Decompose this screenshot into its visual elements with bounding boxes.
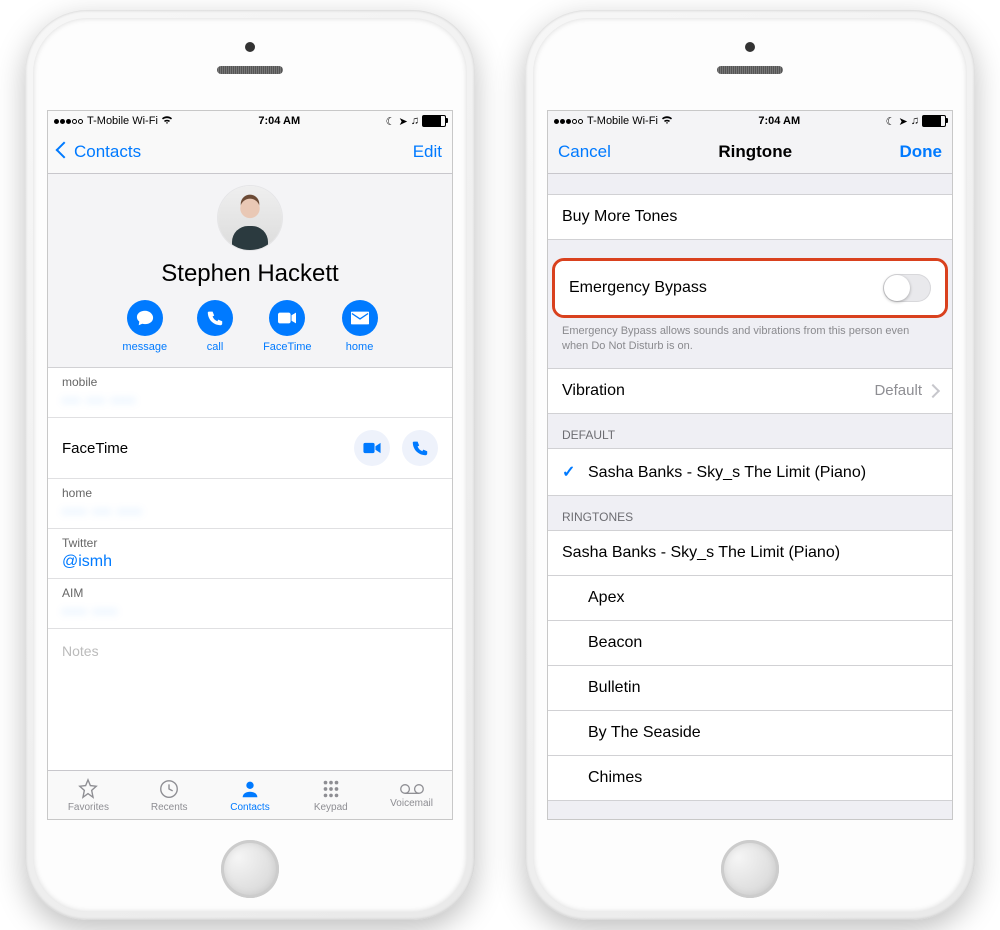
wifi-icon xyxy=(661,115,673,128)
facetime-audio-button[interactable] xyxy=(402,430,438,466)
cellular-signal-icon xyxy=(554,115,584,127)
contact-details: mobile ··· ··· ···· FaceTime home ···· ·… xyxy=(48,368,452,673)
nav-bar: Cancel Ringtone Done xyxy=(548,131,952,174)
avatar[interactable] xyxy=(218,186,282,250)
carrier-label: T-Mobile Wi-Fi xyxy=(587,115,658,127)
cancel-button[interactable]: Cancel xyxy=(558,142,611,162)
aim-value: ···· ···· xyxy=(62,603,118,620)
checkmark-icon: ✓ xyxy=(562,462,578,482)
facetime-video-button[interactable] xyxy=(354,430,390,466)
location-icon: ➤ xyxy=(899,115,908,128)
contact-header: Stephen Hackett message call FaceTime ho… xyxy=(48,174,452,368)
home-email-value: ···· ··· ···· xyxy=(62,503,143,520)
tab-favorites[interactable]: Favorites xyxy=(48,771,129,819)
tab-contacts[interactable]: Contacts xyxy=(210,771,291,819)
facetime-button[interactable]: FaceTime xyxy=(263,300,312,353)
contacts-screen: T-Mobile Wi-Fi 7:04 AM ☾ ➤ ♫ Contacts Ed… xyxy=(47,110,453,820)
phone-icon xyxy=(197,300,233,336)
chevron-right-icon xyxy=(926,384,940,398)
ringtone-row[interactable]: Bulletin xyxy=(548,666,952,711)
status-bar: T-Mobile Wi-Fi 7:04 AM ☾ ➤ ♫ xyxy=(48,111,452,131)
mobile-row[interactable]: mobile ··· ··· ···· xyxy=(48,368,452,418)
chevron-left-icon xyxy=(56,142,73,159)
mobile-value: ··· ··· ···· xyxy=(62,392,136,409)
tab-recents[interactable]: Recents xyxy=(129,771,210,819)
emergency-bypass-switch[interactable] xyxy=(883,274,931,302)
location-icon: ➤ xyxy=(399,115,408,128)
tab-voicemail[interactable]: Voicemail xyxy=(371,771,452,819)
wifi-icon xyxy=(161,115,173,128)
ringtone-row[interactable]: By The Seaside xyxy=(548,711,952,756)
contact-name: Stephen Hackett xyxy=(48,260,452,288)
ringtone-row[interactable]: Apex xyxy=(548,576,952,621)
message-button[interactable]: message xyxy=(122,300,167,353)
ringtone-row[interactable]: Beacon xyxy=(548,621,952,666)
headphones-icon: ♫ xyxy=(911,115,919,127)
call-button[interactable]: call xyxy=(197,300,233,353)
status-time: 7:04 AM xyxy=(758,115,800,127)
buy-more-tones-row[interactable]: Buy More Tones xyxy=(548,194,952,240)
facetime-row: FaceTime xyxy=(48,418,452,479)
emergency-bypass-highlight: Emergency Bypass xyxy=(552,258,948,318)
headphones-icon: ♫ xyxy=(411,115,419,127)
email-home-button[interactable]: home xyxy=(342,300,378,353)
default-ringtone-row[interactable]: ✓Sasha Banks - Sky_s The Limit (Piano) xyxy=(548,448,952,496)
ringtone-row[interactable]: Chimes xyxy=(548,756,952,801)
vibration-row[interactable]: Vibration Default xyxy=(548,368,952,414)
ringtones-list: Sasha Banks - Sky_s The Limit (Piano) Ap… xyxy=(548,530,952,801)
battery-icon xyxy=(922,115,946,127)
cellular-signal-icon xyxy=(54,115,84,127)
nav-bar: Contacts Edit xyxy=(48,131,452,174)
twitter-row[interactable]: Twitter @ismh xyxy=(48,529,452,579)
iphone-left: T-Mobile Wi-Fi 7:04 AM ☾ ➤ ♫ Contacts Ed… xyxy=(25,10,475,920)
aim-row[interactable]: AIM ···· ···· xyxy=(48,579,452,629)
home-email-row[interactable]: home ···· ··· ···· xyxy=(48,479,452,529)
carrier-label: T-Mobile Wi-Fi xyxy=(87,115,158,127)
dnd-icon: ☾ xyxy=(386,115,396,128)
emergency-bypass-footer: Emergency Bypass allows sounds and vibra… xyxy=(548,318,952,354)
status-time: 7:04 AM xyxy=(258,115,300,127)
home-button[interactable] xyxy=(221,840,279,898)
ringtones-header: RINGTONES xyxy=(548,496,952,530)
edit-button[interactable]: Edit xyxy=(413,142,442,162)
iphone-right: T-Mobile Wi-Fi 7:04 AM ☾ ➤ ♫ Cancel Ring… xyxy=(525,10,975,920)
tab-bar: Favorites Recents Contacts Keypad Voicem… xyxy=(48,770,452,819)
mail-icon xyxy=(342,300,378,336)
dnd-icon: ☾ xyxy=(886,115,896,128)
nav-title: Ringtone xyxy=(718,142,792,162)
message-icon xyxy=(127,300,163,336)
vibration-value: Default xyxy=(874,382,922,399)
back-button[interactable]: Contacts xyxy=(58,142,141,162)
default-header: DEFAULT xyxy=(548,414,952,448)
video-icon xyxy=(269,300,305,336)
tab-keypad[interactable]: Keypad xyxy=(290,771,371,819)
done-button[interactable]: Done xyxy=(899,142,942,162)
emergency-bypass-row[interactable]: Emergency Bypass xyxy=(555,261,945,315)
ringtone-screen: T-Mobile Wi-Fi 7:04 AM ☾ ➤ ♫ Cancel Ring… xyxy=(547,110,953,820)
home-button[interactable] xyxy=(721,840,779,898)
ringtone-row[interactable]: Sasha Banks - Sky_s The Limit (Piano) xyxy=(548,531,952,576)
battery-icon xyxy=(422,115,446,127)
notes-field[interactable]: Notes xyxy=(48,629,452,673)
status-bar: T-Mobile Wi-Fi 7:04 AM ☾ ➤ ♫ xyxy=(548,111,952,131)
twitter-value: @ismh xyxy=(62,553,112,570)
